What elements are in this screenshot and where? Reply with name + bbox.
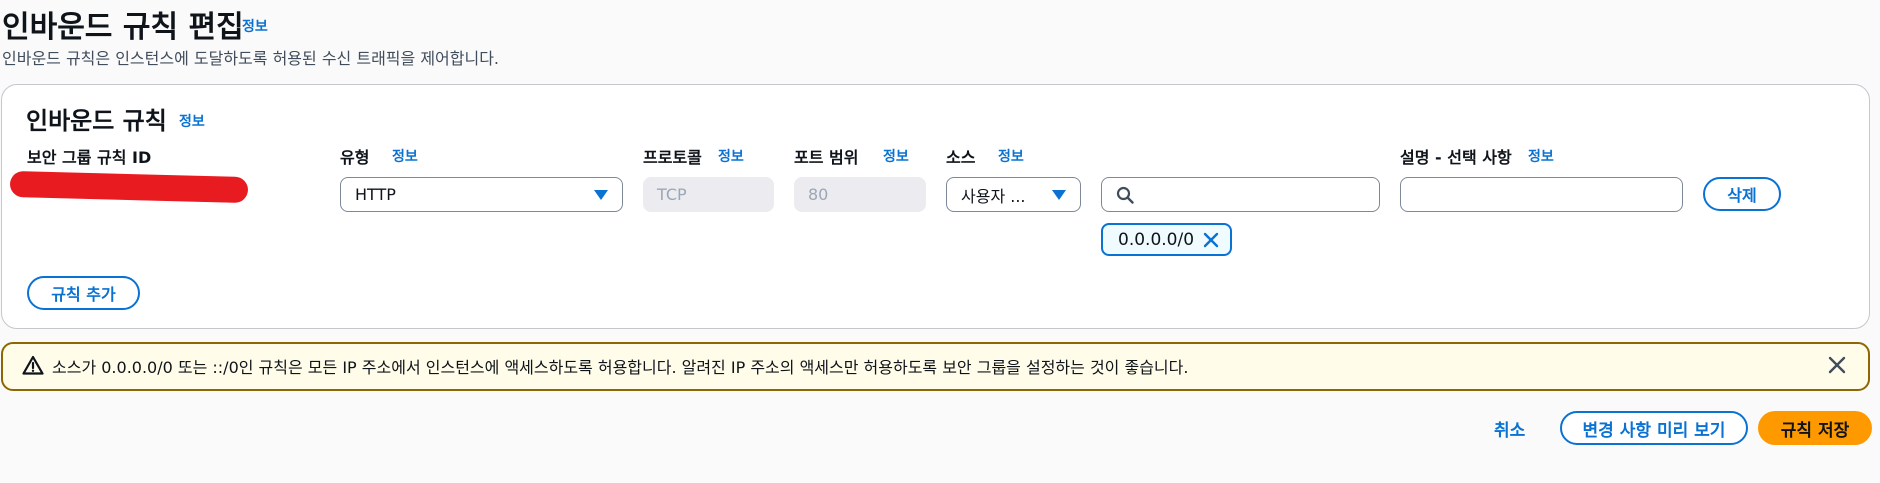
caret-down-icon <box>1052 189 1066 200</box>
port-range-field-value: 80 <box>808 185 829 204</box>
protocol-field-value: TCP <box>657 185 687 204</box>
type-info-link[interactable]: 정보 <box>392 146 418 166</box>
description-info-link[interactable]: 정보 <box>1528 146 1554 166</box>
type-column-label: 유형 <box>340 148 370 167</box>
cidr-token-value: 0.0.0.0/0 <box>1118 229 1195 250</box>
source-column-label: 소스 <box>946 148 976 167</box>
warning-alert-text: 소스가 0.0.0.0/0 또는 ::/0인 규칙은 모든 IP 주소에서 인스… <box>52 358 1189 377</box>
rule-id-column-label: 보안 그룹 규칙 ID <box>27 148 152 167</box>
port-range-field: 80 <box>794 177 926 212</box>
page-info-link[interactable]: 정보 <box>242 16 268 36</box>
caret-down-icon <box>594 189 608 200</box>
panel-info-link[interactable]: 정보 <box>179 111 205 131</box>
port-range-column-label: 포트 범위 <box>794 148 859 167</box>
page-title-text: 인바운드 규칙 편집 <box>2 10 244 45</box>
remove-token-icon[interactable] <box>1202 231 1220 249</box>
type-select-value: HTTP <box>355 185 396 204</box>
protocol-info-link[interactable]: 정보 <box>718 146 744 166</box>
cidr-token: 0.0.0.0/0 <box>1101 223 1232 256</box>
page-title: 인바운드 규칙 편집 <box>2 2 244 46</box>
source-cidr-search-input[interactable] <box>1101 177 1380 212</box>
delete-rule-button[interactable]: 삭제 <box>1703 177 1781 211</box>
close-icon[interactable] <box>1828 356 1846 374</box>
page-description: 인바운드 규칙은 인스턴스에 도달하도록 허용된 수신 트래픽을 제어합니다. <box>2 49 500 68</box>
source-info-link[interactable]: 정보 <box>998 146 1024 166</box>
type-select[interactable]: HTTP <box>340 177 623 212</box>
source-select[interactable]: 사용자 ... <box>946 177 1081 212</box>
port-range-info-link[interactable]: 정보 <box>883 146 909 166</box>
save-rules-button[interactable]: 규칙 저장 <box>1758 411 1872 445</box>
warning-icon <box>22 355 44 375</box>
description-input[interactable] <box>1400 177 1683 212</box>
preview-changes-button[interactable]: 변경 사항 미리 보기 <box>1560 411 1748 445</box>
search-icon <box>1116 186 1134 204</box>
description-column-label: 설명 - 선택 사항 <box>1400 148 1512 167</box>
protocol-field: TCP <box>643 177 774 212</box>
cancel-button[interactable]: 취소 <box>1494 416 1525 441</box>
add-rule-button[interactable]: 규칙 추가 <box>27 276 140 310</box>
source-select-value: 사용자 ... <box>961 186 1026 206</box>
panel-title: 인바운드 규칙 <box>26 107 167 135</box>
protocol-column-label: 프로토콜 <box>643 148 702 167</box>
